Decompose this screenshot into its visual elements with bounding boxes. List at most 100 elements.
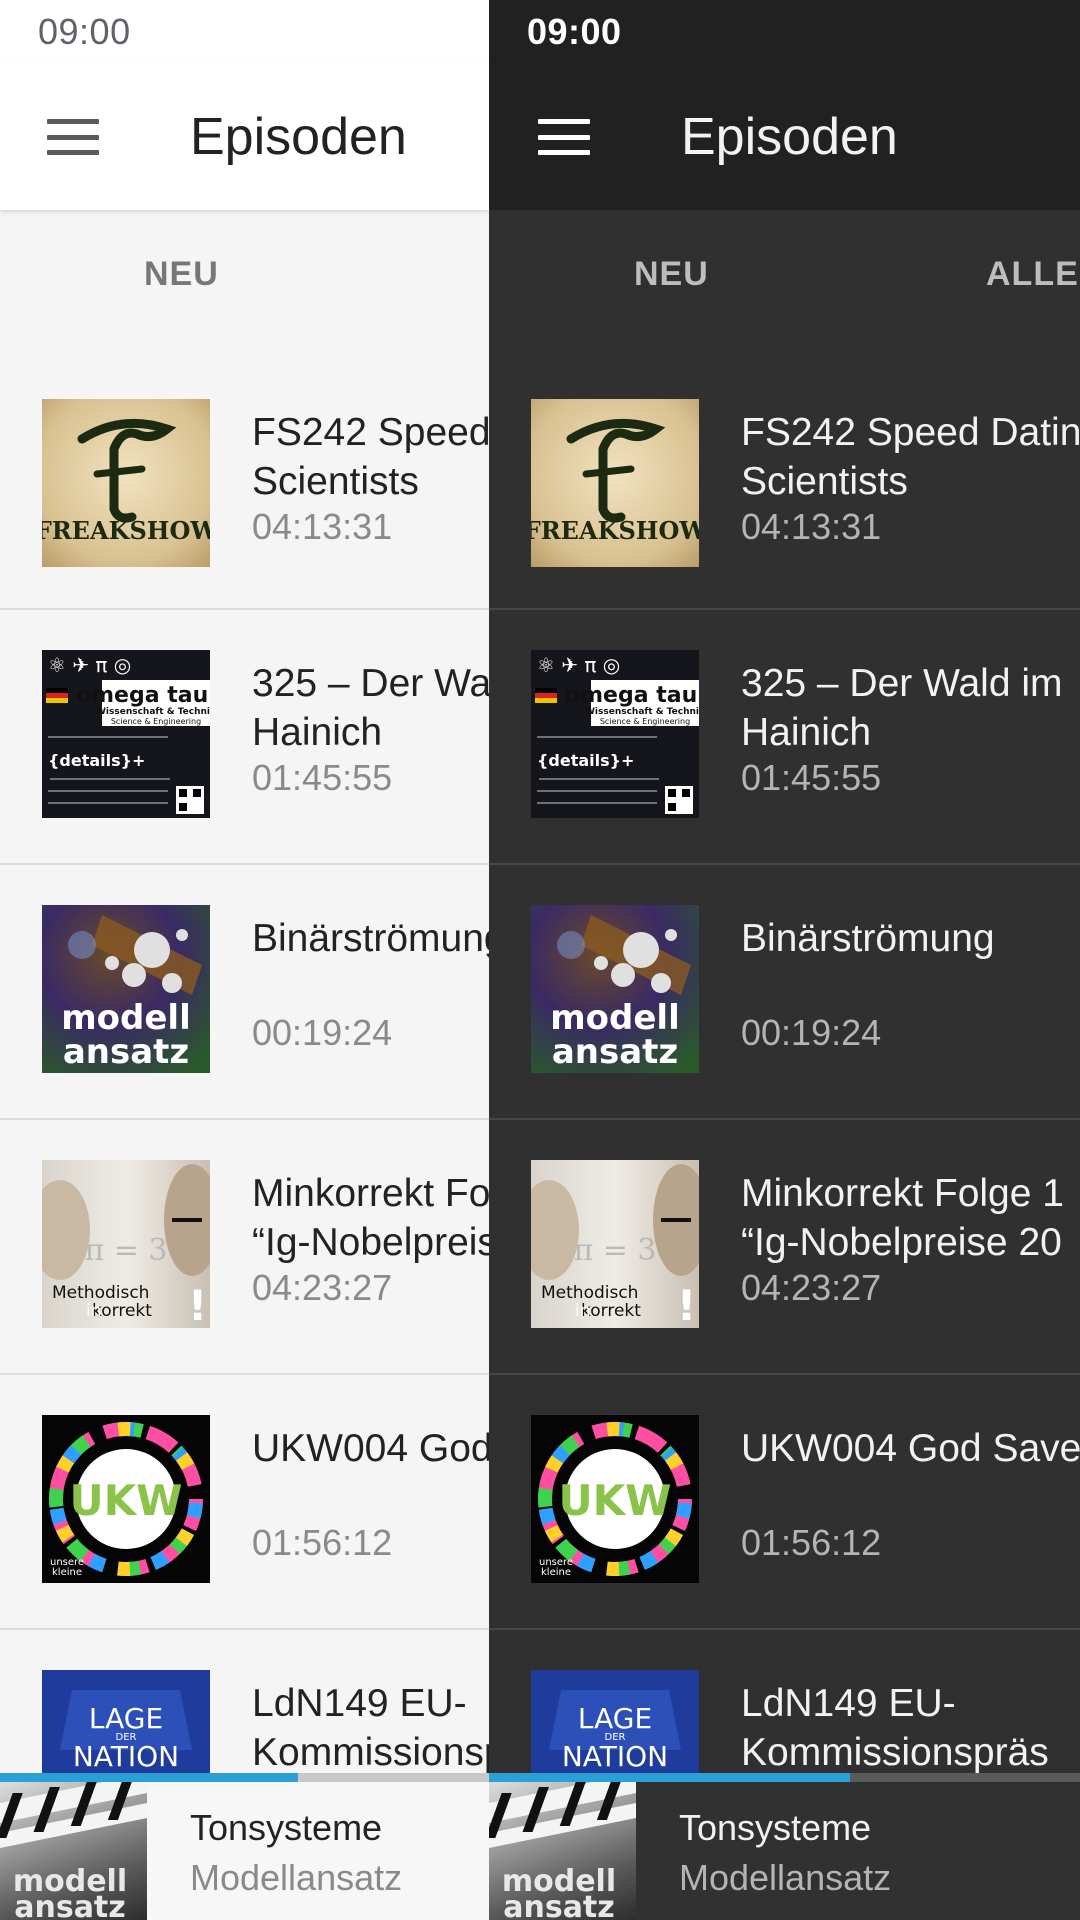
svg-text:ansatz: ansatz bbox=[63, 1032, 189, 1072]
tab-neu[interactable]: NEU bbox=[634, 210, 709, 338]
episode-title-line: Hainich bbox=[252, 711, 383, 754]
svg-text:NATION: NATION bbox=[562, 1740, 668, 1773]
episode-title: Minkorrekt Folge 1 “Ig-Nobelpreise 20 bbox=[252, 1169, 489, 1267]
svg-text:FREAKSHOW: FREAKSHOW bbox=[42, 516, 210, 545]
episode-title: LdN149 EU- Kommissionspräs bbox=[741, 1679, 1080, 1777]
freakshow-cover-icon: FREAKSHOW bbox=[42, 399, 210, 567]
episode-title: Binärströmung bbox=[741, 914, 1080, 963]
player-title: Tonsysteme bbox=[679, 1807, 872, 1848]
episode-title-line: UKW004 God Save bbox=[741, 1427, 1080, 1470]
episode-title: LdN149 EU- Kommissionspräs bbox=[252, 1679, 489, 1777]
app-toolbar: Episoden bbox=[489, 64, 1080, 210]
ukw-cover-icon: UKW unsere kleine bbox=[531, 1415, 699, 1583]
episode-duration: 01:56:12 bbox=[741, 1522, 882, 1563]
hamburger-menu-icon[interactable] bbox=[46, 117, 100, 157]
svg-text:ansatz: ansatz bbox=[552, 1032, 678, 1072]
svg-text:FREAKSHOW: FREAKSHOW bbox=[531, 516, 699, 545]
svg-text:kleine: kleine bbox=[541, 1567, 571, 1578]
episode-item[interactable]: UKW unsere kleine UKW004 God Save 01:56:… bbox=[489, 1375, 1080, 1630]
episode-title: FS242 Speed Dating Scientists bbox=[741, 408, 1080, 506]
svg-text:Methodisch: Methodisch bbox=[52, 1283, 149, 1303]
episode-duration: 01:45:55 bbox=[252, 757, 393, 798]
svg-text:π = 3: π = 3 bbox=[84, 1233, 167, 1268]
episode-item[interactable]: ⚛ ✈ π ◎ omega tau Wissenschaft & Technik… bbox=[489, 610, 1080, 865]
episode-title-line: Binärströmung bbox=[252, 917, 489, 960]
episode-list: FREAKSHOW FS242 Speed Dating Scientists … bbox=[489, 338, 1080, 1885]
episode-duration: 04:23:27 bbox=[741, 1267, 882, 1308]
mini-player[interactable]: modell ansatz Tonsysteme Modellansatz bbox=[489, 1773, 1080, 1920]
svg-text:⚛ ✈ π ◎: ⚛ ✈ π ◎ bbox=[48, 653, 131, 677]
episode-title-line: “Ig-Nobelpreise 20 bbox=[252, 1221, 489, 1264]
episode-duration: 04:23:27 bbox=[252, 1267, 393, 1308]
svg-text:UKW: UKW bbox=[559, 1476, 672, 1525]
episode-item[interactable]: modell ansatz Binärströmung 00:19:24 bbox=[489, 865, 1080, 1120]
episode-duration: 01:56:12 bbox=[252, 1522, 393, 1563]
dark-theme-screen: 09:00 Episoden NEU ALLE FREAKSHOW FS242 bbox=[489, 0, 1080, 1920]
episode-duration: 04:13:31 bbox=[741, 506, 882, 547]
episode-title-line: FS242 Speed Dating bbox=[741, 411, 1080, 454]
episode-title: 325 – Der Wald im Hainich bbox=[252, 659, 489, 757]
svg-text:Wissenschaft & Technik: Wissenschaft & Technik bbox=[96, 707, 210, 717]
episode-title: Binärströmung bbox=[252, 914, 489, 963]
svg-text:omega tau: omega tau bbox=[76, 683, 208, 708]
status-time: 09:00 bbox=[527, 11, 622, 52]
status-time: 09:00 bbox=[38, 11, 131, 52]
episode-title-line: Minkorrekt Folge 1 bbox=[252, 1172, 489, 1215]
episode-item[interactable]: π = 3 Methodisch korrekt in ! Minkorrekt… bbox=[0, 1120, 489, 1375]
episode-duration: 01:45:55 bbox=[741, 757, 882, 798]
player-podcast-name: Modellansatz bbox=[679, 1857, 892, 1898]
episode-title: UKW004 God Save bbox=[252, 1424, 489, 1473]
episode-item[interactable]: FREAKSHOW FS242 Speed Dating Scientists … bbox=[489, 338, 1080, 610]
episode-title-line: Kommissionspräs bbox=[741, 1731, 1049, 1774]
tab-alle[interactable]: ALLE bbox=[986, 210, 1079, 338]
svg-text:UKW: UKW bbox=[70, 1476, 183, 1525]
episode-item[interactable]: π = 3 Methodisch korrekt in ! Minkorrekt… bbox=[489, 1120, 1080, 1375]
episode-item[interactable]: FREAKSHOW FS242 Speed Dating Scientists … bbox=[0, 338, 489, 610]
minkorrekt-cover-icon: π = 3 Methodisch korrekt in ! bbox=[531, 1160, 699, 1328]
svg-text:NATION: NATION bbox=[73, 1740, 179, 1773]
player-progress-bar[interactable] bbox=[489, 1773, 1080, 1782]
episode-title-line: Kommissionspräs bbox=[252, 1731, 489, 1774]
episode-title-line: Minkorrekt Folge 1 bbox=[741, 1172, 1064, 1215]
light-theme-screen: 09:00 Episoden NEU FREAKSHOW FS242 Speed… bbox=[0, 0, 489, 1920]
hamburger-menu-icon[interactable] bbox=[537, 117, 591, 157]
episode-title: FS242 Speed Dating Scientists bbox=[252, 408, 489, 506]
episode-title-line: Binärströmung bbox=[741, 917, 995, 960]
episode-title-line: Hainich bbox=[741, 711, 872, 754]
svg-text:!: ! bbox=[677, 1281, 696, 1328]
svg-text:{details}+: {details}+ bbox=[48, 751, 145, 770]
episode-title: UKW004 God Save bbox=[741, 1424, 1080, 1473]
svg-text:⚛ ✈ π ◎: ⚛ ✈ π ◎ bbox=[537, 653, 620, 677]
svg-text:ansatz: ansatz bbox=[503, 1890, 615, 1920]
status-bar: 09:00 bbox=[0, 0, 489, 64]
tab-bar: NEU bbox=[0, 210, 489, 338]
tab-bar: NEU ALLE bbox=[489, 210, 1080, 338]
episode-duration: 00:19:24 bbox=[741, 1012, 882, 1053]
svg-text:!: ! bbox=[188, 1281, 207, 1328]
episode-item[interactable]: UKW unsere kleine UKW004 God Save 01:56:… bbox=[0, 1375, 489, 1630]
svg-text:kleine: kleine bbox=[52, 1567, 82, 1578]
player-progress-fill bbox=[0, 1773, 299, 1782]
episode-title-line: FS242 Speed Dating bbox=[252, 411, 489, 454]
episode-title: Minkorrekt Folge 1 “Ig-Nobelpreise 20 bbox=[741, 1169, 1080, 1267]
svg-text:{details}+: {details}+ bbox=[537, 751, 634, 770]
modellansatz-cover-icon: modell ansatz bbox=[531, 905, 699, 1073]
episode-item[interactable]: ⚛ ✈ π ◎ omega tau Wissenschaft & Technik… bbox=[0, 610, 489, 865]
page-title: Episoden bbox=[681, 108, 898, 166]
svg-text:Science & Engineering: Science & Engineering bbox=[600, 717, 690, 726]
mini-player[interactable]: modell ansatz Tonsysteme Modellansatz bbox=[0, 1773, 489, 1920]
omega-tau-cover-icon: ⚛ ✈ π ◎ omega tau Wissenschaft & Technik… bbox=[42, 650, 210, 818]
player-cover-icon: modell ansatz bbox=[489, 1773, 636, 1920]
player-progress-bar[interactable] bbox=[0, 1773, 489, 1782]
svg-text:ansatz: ansatz bbox=[14, 1890, 126, 1920]
episode-title-line: Scientists bbox=[252, 460, 419, 503]
episode-item[interactable]: modell ansatz Binärströmung 00:19:24 bbox=[0, 865, 489, 1120]
episode-title-line: “Ig-Nobelpreise 20 bbox=[741, 1221, 1062, 1264]
episode-title-line: Scientists bbox=[741, 460, 908, 503]
player-cover-icon: modell ansatz bbox=[0, 1773, 147, 1920]
episode-title-line: LdN149 EU- bbox=[252, 1682, 467, 1725]
svg-text:in: in bbox=[575, 1301, 591, 1321]
tab-neu[interactable]: NEU bbox=[144, 210, 219, 338]
svg-text:Methodisch: Methodisch bbox=[541, 1283, 638, 1303]
player-title: Tonsysteme bbox=[190, 1807, 383, 1848]
